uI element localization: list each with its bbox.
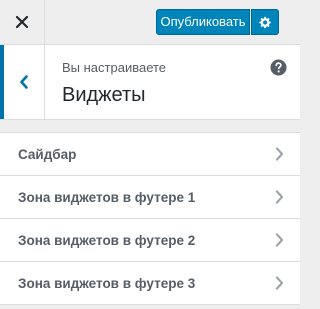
chevron-right-icon xyxy=(275,147,284,161)
close-button[interactable] xyxy=(0,0,45,44)
chevron-right-icon xyxy=(275,190,284,204)
chevron-right-icon xyxy=(275,276,284,290)
section-divider xyxy=(0,120,300,132)
back-button[interactable] xyxy=(0,45,45,119)
help-icon[interactable] xyxy=(270,59,287,76)
widget-area-item-footer-3[interactable]: Зона виджетов в футере 3 xyxy=(0,262,300,305)
page-title: Виджеты xyxy=(62,84,146,106)
customizing-label: Вы настраиваете xyxy=(62,60,167,75)
publish-settings-button[interactable] xyxy=(251,9,279,35)
chevron-right-icon xyxy=(275,233,284,247)
customizer-header: Опубликовать xyxy=(0,0,300,45)
widget-area-label: Зона виджетов в футере 1 xyxy=(18,189,196,205)
publish-button[interactable]: Опубликовать xyxy=(156,9,250,35)
widget-area-item-footer-1[interactable]: Зона виджетов в футере 1 xyxy=(0,176,300,219)
widget-area-label: Зона виджетов в футере 2 xyxy=(18,232,196,248)
widget-area-label: Зона виджетов в футере 3 xyxy=(18,275,196,291)
gear-icon xyxy=(258,16,271,28)
widget-area-item-footer-2[interactable]: Зона виджетов в футере 2 xyxy=(0,219,300,262)
close-icon xyxy=(15,15,29,29)
chevron-left-icon xyxy=(20,75,28,89)
widget-area-list: Сайдбар Зона виджетов в футере 1 Зона ви… xyxy=(0,132,300,305)
widget-area-label: Сайдбар xyxy=(18,146,77,162)
section-header: Вы настраиваете Виджеты xyxy=(0,45,300,120)
widget-area-item-sidebar[interactable]: Сайдбар xyxy=(0,133,300,176)
